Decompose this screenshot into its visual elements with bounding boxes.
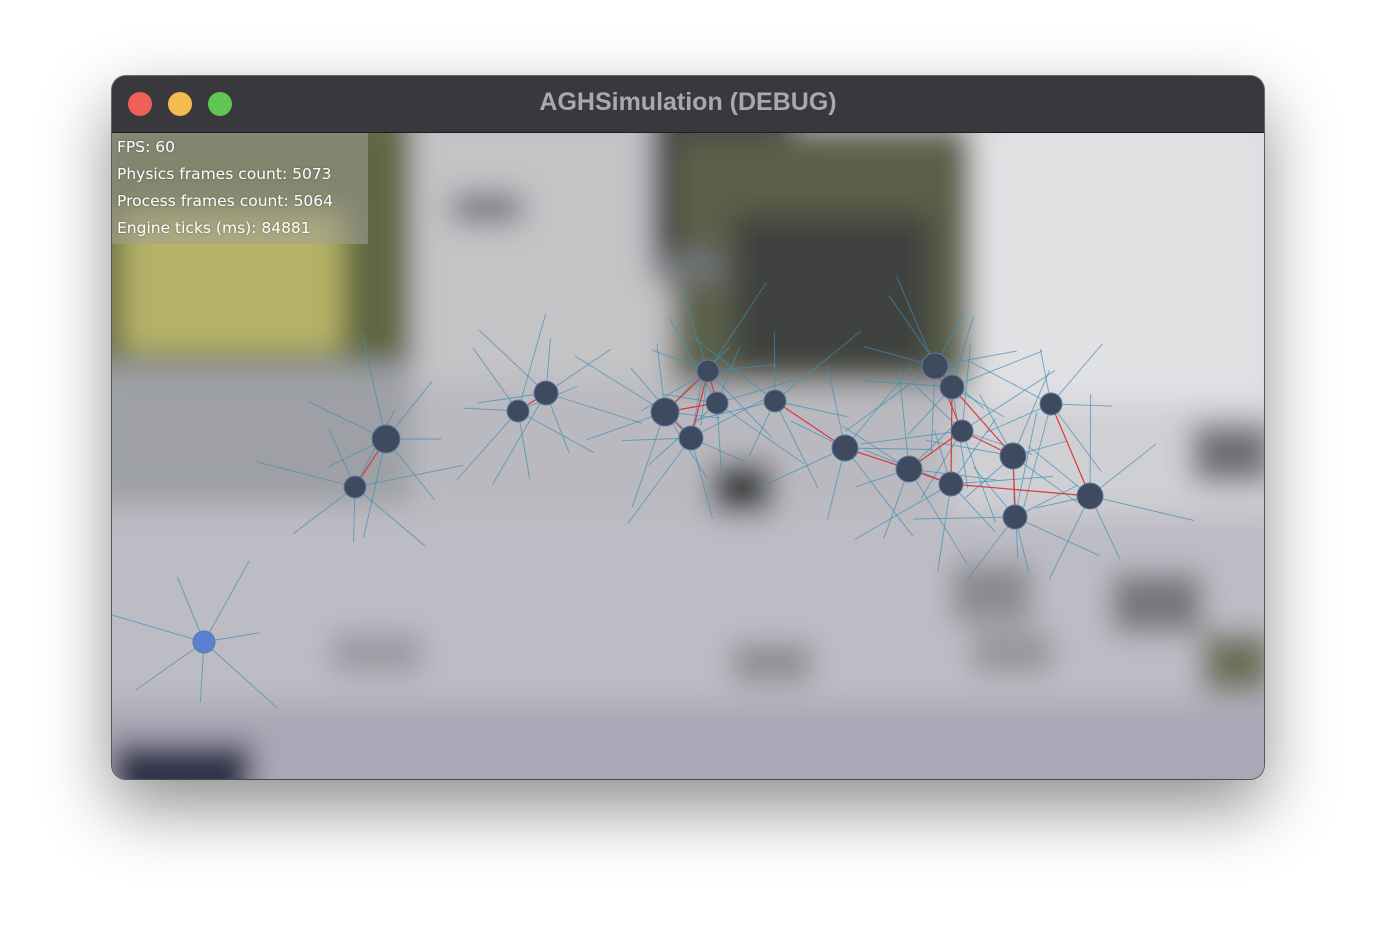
sensor-ray bbox=[574, 355, 666, 413]
sensor-ray bbox=[774, 400, 819, 489]
sensor-ray bbox=[1014, 516, 1100, 557]
sensor-ray bbox=[545, 392, 643, 424]
sensor-ray bbox=[135, 641, 205, 691]
sensor-ray bbox=[951, 350, 1043, 388]
sensor-ray bbox=[631, 411, 666, 508]
agent[interactable] bbox=[1002, 504, 1028, 530]
sensor-ray bbox=[627, 437, 692, 524]
agent[interactable] bbox=[939, 374, 965, 400]
sensor-ray bbox=[681, 291, 709, 372]
selected-agent[interactable] bbox=[192, 630, 216, 654]
sensor-ray bbox=[517, 410, 595, 454]
engine-ticks-label: Engine ticks (ms): 84881 bbox=[117, 219, 311, 237]
agent[interactable] bbox=[678, 425, 704, 451]
agent-link bbox=[1050, 403, 1091, 497]
agent[interactable] bbox=[938, 471, 964, 497]
physics-frames-label: Physics frames count: 5073 bbox=[117, 165, 332, 183]
sensor-rays bbox=[112, 276, 1195, 708]
sensor-ray bbox=[1048, 495, 1091, 580]
agent[interactable] bbox=[999, 442, 1027, 470]
agent[interactable] bbox=[763, 389, 787, 413]
sensor-ray bbox=[456, 410, 519, 481]
debug-overlay: FPS: 60 Physics frames count: 5073 Proce… bbox=[112, 133, 368, 244]
sensor-ray bbox=[112, 614, 205, 643]
sensor-ray bbox=[472, 347, 519, 412]
sensor-ray bbox=[845, 365, 936, 432]
sensor-ray bbox=[363, 438, 387, 538]
sensor-ray bbox=[1050, 343, 1103, 405]
title-bar[interactable]: AGHSimulation (DEBUG) bbox=[112, 76, 1264, 133]
sensor-ray bbox=[361, 331, 387, 440]
sensor-ray bbox=[203, 560, 250, 643]
agent[interactable] bbox=[506, 399, 530, 423]
agent[interactable] bbox=[696, 359, 720, 383]
sensor-ray bbox=[203, 641, 278, 708]
sensor-ray bbox=[354, 486, 426, 547]
sensor-ray bbox=[1050, 403, 1102, 472]
agent[interactable] bbox=[921, 352, 949, 380]
agent[interactable] bbox=[1076, 482, 1104, 510]
agent[interactable] bbox=[1039, 392, 1063, 416]
sensor-ray bbox=[292, 486, 356, 535]
agent[interactable] bbox=[533, 380, 559, 406]
sensor-ray bbox=[478, 329, 547, 394]
sensor-ray bbox=[898, 367, 910, 470]
agent[interactable] bbox=[371, 424, 401, 454]
sensor-ray bbox=[913, 516, 1016, 520]
fps-label: FPS: 60 bbox=[117, 138, 175, 156]
sensor-ray bbox=[854, 483, 952, 540]
agent[interactable] bbox=[343, 475, 367, 499]
agent[interactable] bbox=[950, 419, 974, 443]
agent[interactable] bbox=[650, 397, 680, 427]
simulation-viewport[interactable]: FPS: 60 Physics frames count: 5073 Proce… bbox=[112, 133, 1264, 779]
agents bbox=[192, 352, 1104, 654]
sensor-ray bbox=[937, 483, 952, 572]
sensor-ray bbox=[896, 276, 936, 367]
sensor-ray bbox=[1089, 393, 1092, 497]
window-title: AGHSimulation (DEBUG) bbox=[539, 88, 837, 116]
app-window: AGHSimulation (DEBUG) FPS: 60 Physics fr… bbox=[112, 76, 1264, 779]
agent[interactable] bbox=[705, 391, 729, 415]
sensor-ray bbox=[707, 282, 767, 372]
agent[interactable] bbox=[895, 455, 923, 483]
agent[interactable] bbox=[831, 434, 859, 462]
sensor-ray bbox=[1089, 495, 1195, 521]
sensor-ray bbox=[774, 330, 862, 402]
process-frames-label: Process frames count: 5064 bbox=[117, 192, 334, 210]
sensor-ray bbox=[354, 464, 463, 488]
sensor-ray bbox=[257, 461, 356, 488]
